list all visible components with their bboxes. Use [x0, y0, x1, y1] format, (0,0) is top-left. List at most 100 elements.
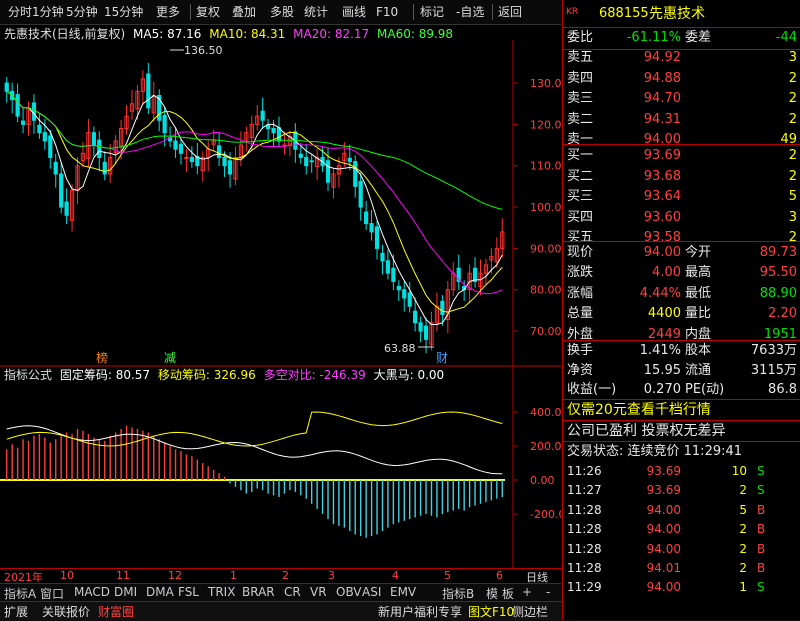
company-notice[interactable]: 公司已盈利 投票权无差异 [563, 421, 800, 441]
fixed-chip-line [6, 425, 503, 475]
tick-side: B [757, 561, 766, 575]
price-tick-label: 80.00 [530, 284, 561, 297]
candle-body [146, 73, 151, 109]
status-left-1[interactable]: 关联报价 [42, 603, 90, 620]
candle-body [37, 124, 42, 134]
indicator-tab-6[interactable]: TRIX [208, 585, 235, 599]
tick-time: 11:27 [567, 483, 602, 498]
ma20-label: MA20: 82.17 [293, 27, 370, 41]
toolbar-item-2[interactable]: 5分钟 [66, 3, 98, 21]
toolbar-item-0[interactable]: 分时 [8, 3, 32, 21]
status-right-0[interactable]: 新用户福利专享 [378, 603, 462, 620]
indicator-tab-15[interactable]: + [522, 585, 532, 599]
stats-row: 总量 4400 量比 2.20 [563, 304, 800, 324]
tick-side: S [757, 580, 765, 595]
ma5-line [6, 90, 503, 325]
candle-body [227, 160, 233, 175]
tick-volume: 2 [739, 483, 747, 498]
indicator-tab-13[interactable]: 指标B [442, 585, 474, 602]
indicator-tab-8[interactable]: CR [284, 585, 301, 599]
indicator-tab-4[interactable]: DMA [146, 585, 174, 599]
ratio-label: 多空对比: -246.39 [263, 368, 366, 382]
bid-row-label: 买一 [567, 148, 594, 163]
toolbar-item-10[interactable]: F10 [376, 3, 398, 21]
toolbar-item-4[interactable]: 更多 [156, 3, 180, 21]
toolbar-item-7[interactable]: 多股 [270, 3, 294, 21]
toolbar-item-9[interactable]: 画线 [342, 3, 366, 21]
toolbar-item-12[interactable]: -自选 [456, 3, 484, 21]
stats-row: 换手 1.41% 股本 7633万 [563, 341, 800, 361]
tick-price: 93.69 [646, 483, 681, 498]
indicator-tab-9[interactable]: VR [310, 585, 327, 599]
candle-body [266, 124, 271, 130]
toolbar-item-5[interactable]: 复权 [196, 3, 220, 21]
indicator-tab-16[interactable]: - [546, 585, 550, 599]
indicator-title[interactable]: 指标公式 [4, 368, 52, 382]
candle-body [391, 267, 396, 282]
status-right-2[interactable]: 侧边栏 [512, 603, 548, 620]
weibi-value: -61.11% [626, 30, 681, 45]
tick-row: 11:28 94.00 5 B [563, 500, 800, 520]
toolbar-item-6[interactable]: 叠加 [232, 3, 256, 21]
stat-value: 94.00 [643, 245, 681, 260]
status-left-0[interactable]: 扩展 [4, 603, 28, 620]
ask-row-volume: 2 [788, 70, 797, 86]
indicator-tab-7[interactable]: BRAR [242, 585, 275, 599]
candle-body [20, 120, 26, 125]
indicator-tab-3[interactable]: DMI [114, 585, 137, 599]
stat-value: 3115万 [750, 362, 797, 378]
status-left-2[interactable]: 财富圈 [98, 603, 134, 620]
indicator-tab-10[interactable]: OBV [336, 585, 362, 599]
toolbar-separator [413, 4, 414, 20]
promo-banner[interactable]: 仅需20元查看千档行情 [563, 400, 800, 420]
tick-side: B [757, 502, 766, 517]
candle-body [358, 180, 363, 208]
jian-badge[interactable]: 减 [164, 351, 176, 365]
indicator-tab-12[interactable]: EMV [390, 585, 416, 599]
tick-time: 11:28 [567, 502, 602, 517]
ask-row-price: 94.31 [643, 111, 681, 127]
kline-chart[interactable]: 130.0 120.0 110.0 100.0 90.00 80.00 70.00 136.5… [0, 40, 561, 583]
candle-body [59, 173, 64, 208]
stat-value: 4.44% [639, 285, 681, 301]
toolbar-item-13[interactable]: 返回 [498, 3, 522, 21]
ask-row: 卖二 94.31 2 [563, 110, 800, 130]
trade-state: 交易状态: 连续竞价 11:29:41 [567, 444, 743, 459]
month-label: 2 [282, 569, 289, 582]
toolbar-item-11[interactable]: 标记 [420, 3, 444, 21]
chart-title: 先惠技术(日线,前复权) [4, 27, 126, 41]
bang-badge[interactable]: 榜 [96, 350, 108, 365]
month-label: 11 [116, 569, 130, 582]
tick-side: S [757, 464, 765, 478]
candle-body [396, 285, 401, 291]
bid-row-price: 93.64 [643, 189, 681, 204]
indicator-tab-14[interactable]: 模 板 [486, 585, 514, 602]
stat-label: PE(动) [685, 382, 725, 397]
tick-price: 94.00 [646, 580, 681, 595]
toolbar-item-1[interactable]: 1分钟 [32, 3, 64, 21]
candle-body [42, 132, 47, 142]
stat-value: 89.73 [759, 245, 797, 260]
tick-price: 94.00 [646, 522, 681, 537]
indicator-tab-2[interactable]: MACD [74, 585, 110, 599]
candle-body [48, 135, 53, 158]
bid-row-volume: 3 [788, 209, 797, 225]
tick-row: 11:27 93.69 2 S [563, 480, 800, 500]
indicator-tab-11[interactable]: ASI [362, 585, 381, 599]
indicator-tab-1[interactable]: 窗口 [40, 585, 64, 602]
candle-body [178, 143, 184, 154]
fixed-chip-label: 固定筹码: 80.57 [59, 368, 151, 382]
ask-row-volume: 2 [788, 91, 797, 106]
indicator-tab-5[interactable]: FSL [178, 585, 199, 599]
price-tick-label: 70.00 [530, 325, 561, 338]
status-right-1[interactable]: 图文F10 [468, 603, 514, 620]
tick-price: 93.69 [646, 464, 681, 478]
stock-code: 688155 [599, 6, 649, 21]
candle-body [347, 157, 352, 163]
toolbar-item-8[interactable]: 统计 [304, 3, 328, 21]
cai-badge[interactable]: 财 [436, 351, 448, 365]
tick-row: 11:28 94.00 2 B [563, 519, 800, 539]
ma20-line [6, 90, 503, 295]
indicator-tab-0[interactable]: 指标A [4, 585, 36, 602]
toolbar-item-3[interactable]: 15分钟 [104, 3, 143, 21]
